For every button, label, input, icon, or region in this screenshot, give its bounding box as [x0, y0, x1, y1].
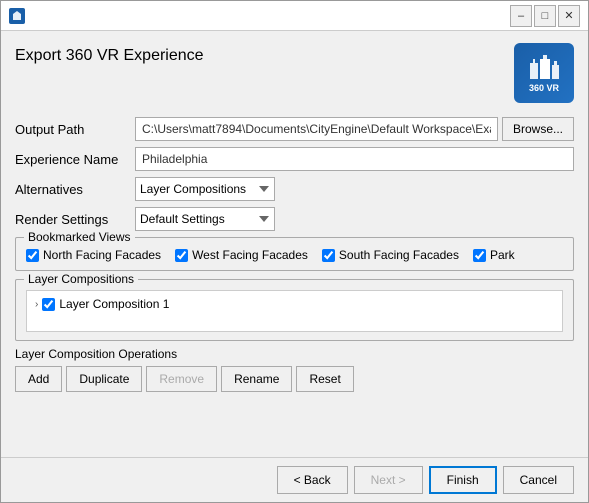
- next-button[interactable]: Next >: [354, 466, 423, 494]
- output-path-input[interactable]: [135, 117, 498, 141]
- checkbox-north-facing-input[interactable]: [26, 249, 39, 262]
- main-window: – □ ✕ Export 360 VR Experience 360 VR: [0, 0, 589, 503]
- layer-compositions-group: Layer Compositions › Layer Composition 1: [15, 279, 574, 341]
- dialog-title: Export 360 VR Experience: [15, 47, 204, 65]
- list-item: › Layer Composition 1: [31, 295, 558, 313]
- layer-compositions-title: Layer Compositions: [24, 272, 138, 286]
- experience-name-control: [135, 147, 574, 171]
- checkbox-south-facing-label: South Facing Facades: [339, 248, 459, 262]
- finish-button[interactable]: Finish: [429, 466, 497, 494]
- minimize-button[interactable]: –: [510, 5, 532, 27]
- rename-button[interactable]: Rename: [221, 366, 292, 392]
- render-settings-label: Render Settings: [15, 212, 135, 227]
- vr-badge: 360 VR: [514, 43, 574, 103]
- checkbox-park-label: Park: [490, 248, 515, 262]
- badge-label: 360 VR: [529, 83, 559, 93]
- reset-button[interactable]: Reset: [296, 366, 353, 392]
- checkbox-north-facing-label: North Facing Facades: [43, 248, 161, 262]
- layer-comp-1-checkbox[interactable]: [42, 298, 55, 311]
- close-button[interactable]: ✕: [558, 5, 580, 27]
- output-path-row: Output Path Browse...: [15, 117, 574, 141]
- operations-title: Layer Composition Operations: [15, 347, 574, 361]
- cancel-button[interactable]: Cancel: [503, 466, 574, 494]
- header-row: Export 360 VR Experience 360 VR: [15, 43, 574, 103]
- render-settings-select[interactable]: Default Settings: [135, 207, 275, 231]
- checkbox-park-input[interactable]: [473, 249, 486, 262]
- output-path-control: Browse...: [135, 117, 574, 141]
- browse-button[interactable]: Browse...: [502, 117, 574, 141]
- checkbox-west-facing-input[interactable]: [175, 249, 188, 262]
- render-settings-control: Default Settings: [135, 207, 574, 231]
- restore-button[interactable]: □: [534, 5, 556, 27]
- checkbox-north-facing[interactable]: North Facing Facades: [26, 248, 161, 262]
- add-button[interactable]: Add: [15, 366, 62, 392]
- title-bar-controls: – □ ✕: [510, 5, 580, 27]
- checkbox-park[interactable]: Park: [473, 248, 515, 262]
- alternatives-label: Alternatives: [15, 182, 135, 197]
- checkbox-south-facing[interactable]: South Facing Facades: [322, 248, 459, 262]
- content-area: Export 360 VR Experience 360 VR Output P…: [1, 31, 588, 457]
- operations-buttons: Add Duplicate Remove Rename Reset: [15, 366, 574, 392]
- layer-comp-1-label: Layer Composition 1: [59, 297, 169, 311]
- layer-composition-operations: Layer Composition Operations Add Duplica…: [15, 347, 574, 392]
- render-settings-row: Render Settings Default Settings: [15, 207, 574, 231]
- bookmarked-views-checkboxes: North Facing Facades West Facing Facades…: [26, 248, 563, 262]
- experience-name-label: Experience Name: [15, 152, 135, 167]
- alternatives-control: Layer Compositions: [135, 177, 574, 201]
- checkbox-west-facing[interactable]: West Facing Facades: [175, 248, 308, 262]
- city-icon: [528, 53, 560, 81]
- layer-list: › Layer Composition 1: [26, 290, 563, 332]
- form-section: Output Path Browse... Experience Name Al…: [15, 117, 574, 449]
- alternatives-row: Alternatives Layer Compositions: [15, 177, 574, 201]
- experience-name-row: Experience Name: [15, 147, 574, 171]
- remove-button[interactable]: Remove: [146, 366, 217, 392]
- duplicate-button[interactable]: Duplicate: [66, 366, 142, 392]
- bookmarked-views-group: Bookmarked Views North Facing Facades We…: [15, 237, 574, 271]
- alternatives-select[interactable]: Layer Compositions: [135, 177, 275, 201]
- bookmarked-views-title: Bookmarked Views: [24, 230, 135, 244]
- checkbox-south-facing-input[interactable]: [322, 249, 335, 262]
- title-bar-left: [9, 8, 25, 24]
- footer: < Back Next > Finish Cancel: [1, 457, 588, 502]
- expand-arrow-icon[interactable]: ›: [35, 299, 38, 310]
- back-button[interactable]: < Back: [277, 466, 348, 494]
- checkbox-west-facing-label: West Facing Facades: [192, 248, 308, 262]
- experience-name-input[interactable]: [135, 147, 574, 171]
- title-bar: – □ ✕: [1, 1, 588, 31]
- output-path-label: Output Path: [15, 122, 135, 137]
- app-icon: [9, 8, 25, 24]
